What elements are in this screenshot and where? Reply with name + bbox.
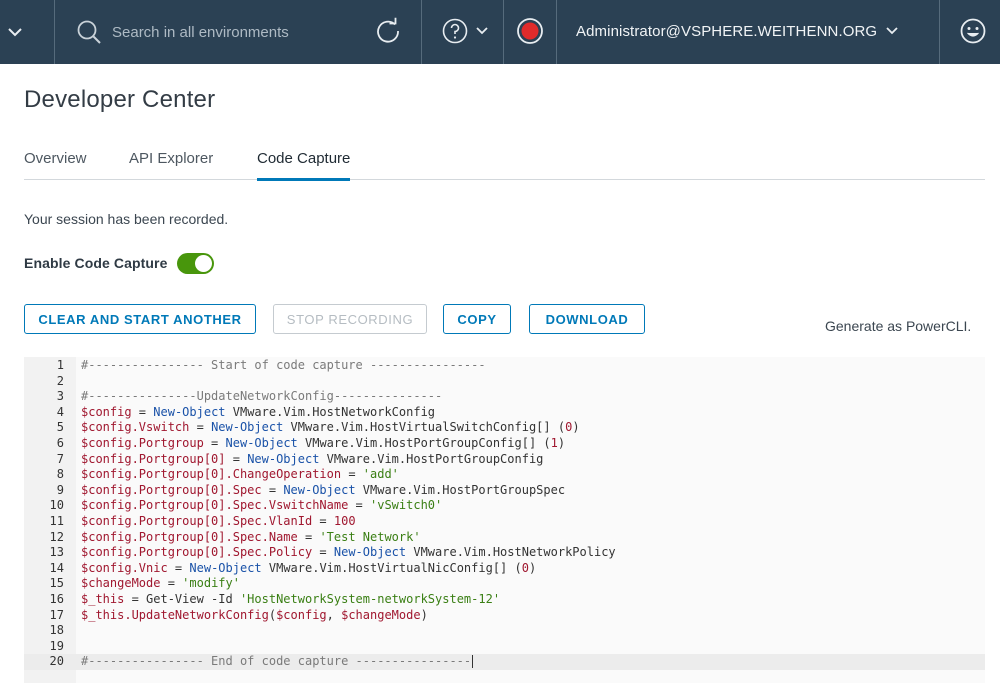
help-icon [442, 18, 468, 44]
code-line: 2 [24, 374, 985, 390]
code-capture-record-button[interactable] [514, 15, 546, 47]
code-line: 9 $config.Portgroup[0].Spec = New-Object … [24, 483, 985, 499]
tab-bar: Overview API Explorer Code Capture [24, 146, 985, 181]
code-line: 13 $config.Portgroup[0].Spec.Policy = New… [24, 545, 985, 561]
line-number: 9 [56, 482, 64, 497]
stop-recording-button[interactable]: STOP RECORDING [273, 304, 427, 334]
code-text: $config.Portgroup[0].Spec.Name = 'Test N… [81, 529, 421, 544]
global-search[interactable]: Search in all environments [76, 16, 289, 48]
line-number: 1 [56, 358, 64, 372]
code-text: $config = New-Object VMware.Vim.HostNetw… [81, 404, 436, 419]
line-number: 15 [49, 576, 64, 591]
tab-overview[interactable]: Overview [24, 146, 87, 180]
page-title: Developer Center [24, 86, 216, 113]
code-text: $changeMode = 'modify' [81, 576, 240, 591]
code-text: $config.Portgroup[0].ChangeOperation = '… [81, 467, 399, 482]
refresh-icon [377, 17, 399, 43]
line-number: 2 [56, 373, 64, 388]
code-line: 7 $config.Portgroup[0] = New-Object VMwar… [24, 452, 985, 468]
toggle-knob [195, 254, 213, 272]
code-text: $config.Portgroup[0].Spec.VlanId = 100 [81, 514, 356, 528]
line-number: 10 [49, 498, 64, 513]
record-icon [517, 18, 543, 44]
help-menu-button[interactable] [441, 15, 489, 47]
line-number: 7 [56, 451, 64, 466]
copy-button[interactable]: COPY [443, 304, 511, 334]
line-number: 3 [56, 389, 64, 404]
chevron-down-icon [8, 28, 22, 37]
line-number: 4 [56, 404, 64, 419]
chevron-down-icon [476, 27, 488, 35]
code-text: $_this = Get-View -Id 'HostNetworkSystem… [81, 592, 501, 606]
tab-code-capture[interactable]: Code Capture [257, 146, 351, 181]
header-divider [54, 0, 55, 64]
line-number: 6 [56, 436, 64, 450]
code-line: 17 $_this.UpdateNetworkConfig($config, $c… [24, 608, 985, 624]
top-bar: Search in all environments Administrator… [0, 0, 1000, 64]
code-line: 18 [24, 623, 985, 639]
toggle-label: Enable Code Capture [24, 255, 168, 271]
line-number: 8 [56, 467, 64, 482]
code-line: 16 $_this = Get-View -Id 'HostNetworkSyst… [24, 592, 985, 608]
line-number: 14 [49, 560, 64, 575]
line-number: 5 [56, 420, 64, 435]
code-text: $config.Portgroup[0].Spec.Policy = New-O… [81, 545, 616, 560]
chevron-down-icon [886, 27, 898, 35]
refresh-button[interactable] [372, 14, 404, 48]
line-number: 20 [49, 654, 64, 669]
line-number: 19 [49, 638, 64, 653]
code-line: 1 #---------------- Start of code capture… [24, 358, 985, 374]
text-cursor [472, 655, 474, 669]
code-line: 20 #---------------- End of code capture … [24, 654, 985, 670]
code-line: 3 #---------------UpdateNetworkConfig----… [24, 389, 985, 405]
code-line: 8 $config.Portgroup[0].ChangeOperation = … [24, 467, 985, 483]
code-line: 11 $config.Portgroup[0].Spec.VlanId = 100 [24, 514, 985, 530]
search-icon [77, 20, 101, 44]
code-capture-toggle-row: Enable Code Capture [24, 252, 215, 274]
code-line: 15 $changeMode = 'modify' [24, 576, 985, 592]
generate-note: Generate as PowerCLI. [825, 318, 972, 334]
code-editor[interactable]: 1 #---------------- Start of code capture… [24, 357, 985, 683]
code-text: $config.Portgroup[0].Spec = New-Object V… [81, 482, 566, 497]
download-button[interactable]: DOWNLOAD [529, 304, 645, 334]
line-number: 17 [49, 607, 64, 622]
code-text: #---------------UpdateNetworkConfig-----… [81, 389, 443, 404]
code-line: 12 $config.Portgroup[0].Spec.Name = 'Test… [24, 530, 985, 546]
line-number: 16 [49, 592, 64, 606]
header-divider [503, 0, 504, 64]
smiley-icon [960, 18, 986, 44]
code-line: 19 [24, 639, 985, 655]
feedback-button[interactable] [958, 16, 988, 46]
session-message: Your session has been recorded. [24, 211, 229, 227]
code-text: #---------------- Start of code capture … [81, 358, 486, 372]
line-number: 13 [49, 545, 64, 560]
header-divider [556, 0, 557, 64]
code-capture-toggle[interactable] [177, 252, 215, 274]
code-text: $_this.UpdateNetworkConfig($config, $cha… [81, 607, 428, 622]
code-text: $config.Portgroup[0] = New-Object VMware… [81, 451, 544, 466]
code-line: 14 $config.Vnic = New-Object VMware.Vim.H… [24, 561, 985, 577]
line-number: 11 [49, 514, 64, 528]
code-text: $config.Portgroup = New-Object VMware.Vi… [81, 436, 566, 450]
nav-menu-chevron-button[interactable] [0, 0, 30, 64]
search-input[interactable]: Search in all environments [112, 24, 289, 41]
code-line: 6 $config.Portgroup = New-Object VMware.V… [24, 436, 985, 452]
header-divider [421, 0, 422, 64]
code-text: $config.Portgroup[0].Spec.VswitchName = … [81, 498, 443, 513]
code-line: 5 $config.Vswitch = New-Object VMware.Vim… [24, 420, 985, 436]
user-menu[interactable]: Administrator@VSPHERE.WEITHENN.ORG [576, 18, 899, 44]
code-text: #---------------- End of code capture --… [81, 654, 474, 669]
code-line: 4 $config = New-Object VMware.Vim.HostNet… [24, 405, 985, 421]
line-number: 12 [49, 529, 64, 544]
line-number: 18 [49, 623, 64, 638]
clear-and-start-another-button[interactable]: CLEAR AND START ANOTHER [24, 304, 256, 334]
code-line: 10 $config.Portgroup[0].Spec.VswitchName … [24, 498, 985, 514]
user-name: Administrator@VSPHERE.WEITHENN.ORG [576, 22, 878, 40]
header-divider [939, 0, 940, 64]
code-text: $config.Vswitch = New-Object VMware.Vim.… [81, 420, 580, 435]
code-text: $config.Vnic = New-Object VMware.Vim.Hos… [81, 560, 537, 575]
tab-api-explorer[interactable]: API Explorer [129, 146, 213, 180]
